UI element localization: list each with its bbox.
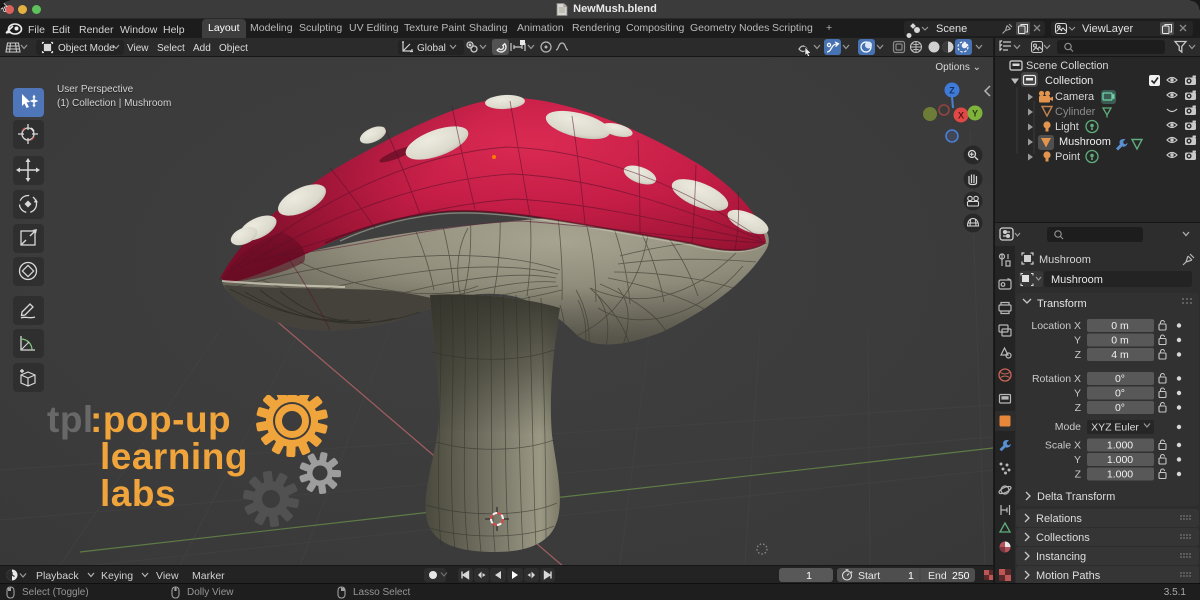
svg-text:Scene Collection: Scene Collection	[1026, 60, 1109, 72]
svg-text:Y: Y	[972, 109, 978, 119]
svg-text:Y: Y	[1074, 388, 1081, 400]
svg-text:0°: 0°	[1115, 402, 1125, 414]
svg-text:Start: Start	[858, 570, 880, 582]
svg-text:1: 1	[908, 570, 914, 582]
svg-text:Z: Z	[1075, 349, 1082, 361]
svg-text:X: X	[958, 111, 964, 121]
svg-text:Y: Y	[1074, 335, 1081, 347]
svg-text:0 m: 0 m	[1111, 320, 1129, 332]
svg-text:1: 1	[806, 570, 812, 582]
svg-text:Collection: Collection	[1045, 75, 1093, 87]
svg-text:Y: Y	[1074, 454, 1081, 466]
svg-text:Z: Z	[1075, 402, 1082, 414]
svg-text:Point: Point	[1055, 151, 1080, 163]
svg-text:XYZ Euler: XYZ Euler	[1091, 422, 1139, 434]
svg-text:End: End	[928, 570, 947, 582]
svg-text:Location X: Location X	[1031, 320, 1081, 332]
svg-text:Cylinder: Cylinder	[1055, 106, 1096, 118]
svg-text:Mode: Mode	[1055, 421, 1081, 433]
svg-text:ViewLayer: ViewLayer	[1082, 23, 1133, 35]
svg-text:Rotation X: Rotation X	[1032, 373, 1081, 385]
svg-text:Mushroom: Mushroom	[1051, 274, 1103, 286]
svg-text:Motion Paths: Motion Paths	[1036, 570, 1101, 582]
svg-text:0 m: 0 m	[1111, 335, 1129, 347]
svg-text:1.000: 1.000	[1107, 440, 1133, 452]
svg-text:Transform: Transform	[1037, 298, 1087, 310]
svg-text:Collections: Collections	[1036, 532, 1090, 544]
svg-text:Scale X: Scale X	[1045, 440, 1081, 452]
svg-text:Mushroom: Mushroom	[1039, 254, 1091, 266]
svg-text:Delta Transform: Delta Transform	[1037, 491, 1115, 503]
svg-text:Scene: Scene	[936, 23, 967, 35]
svg-text:Camera: Camera	[1055, 91, 1095, 103]
svg-text:250: 250	[952, 570, 970, 582]
svg-text:0°: 0°	[1115, 388, 1125, 400]
svg-text:4 m: 4 m	[1111, 349, 1129, 361]
svg-text:Mushroom: Mushroom	[1059, 136, 1111, 148]
svg-text:Light: Light	[1055, 121, 1079, 133]
svg-text:1.000: 1.000	[1107, 454, 1133, 466]
svg-text:1.000: 1.000	[1107, 469, 1133, 481]
svg-text:Relations: Relations	[1036, 513, 1082, 525]
svg-text:0°: 0°	[1115, 373, 1125, 385]
svg-text:Instancing: Instancing	[1036, 551, 1086, 563]
svg-text:Z: Z	[1075, 469, 1082, 481]
svg-text:Z: Z	[949, 86, 955, 96]
